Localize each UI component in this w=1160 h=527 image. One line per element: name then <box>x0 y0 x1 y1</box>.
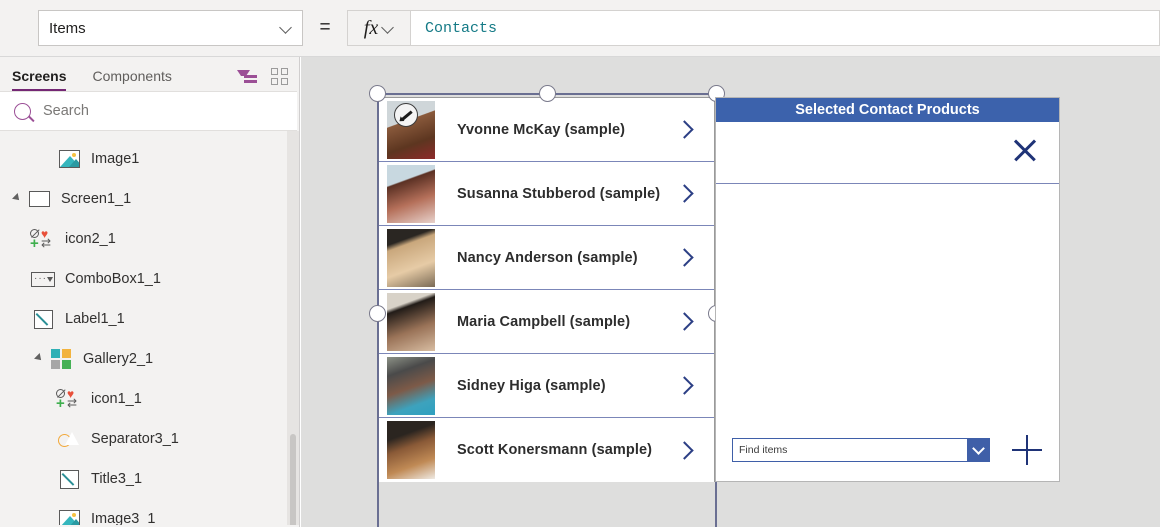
chevron-down-icon[interactable] <box>967 439 989 461</box>
tree-item-label: Separator3_1 <box>91 431 179 447</box>
chevron-right-icon[interactable] <box>677 250 692 265</box>
gallery-row[interactable]: Nancy Anderson (sample) <box>378 226 714 290</box>
close-x-icon[interactable] <box>1011 136 1039 164</box>
selection-edge-top <box>377 93 717 95</box>
gallery-row[interactable]: Sidney Higa (sample) <box>378 354 714 418</box>
gallery-icon <box>48 349 74 369</box>
gallery-row[interactable]: Maria Campbell (sample) <box>378 290 714 354</box>
contact-name: Maria Campbell (sample) <box>457 313 631 330</box>
search-box[interactable]: Search <box>0 91 297 131</box>
contact-name: Susanna Stubberod (sample) <box>457 185 661 202</box>
icon-glyph-icon: ♥ + ⇄ <box>56 387 78 412</box>
tree-item-label: Image1 <box>91 151 140 167</box>
panel-title: Selected Contact Products <box>716 98 1059 122</box>
tree-item-label: Gallery2_1 <box>83 351 154 367</box>
tree-item-label: Image3_1 <box>91 511 156 525</box>
find-items-combobox[interactable]: Find items <box>732 438 990 462</box>
selected-contact-products-panel: Selected Contact Products Find items <box>715 97 1060 482</box>
image-icon <box>56 150 82 168</box>
tree-item-label: icon1_1 <box>91 391 142 407</box>
screen-icon <box>26 191 52 207</box>
tree-item-screen1-1[interactable]: Screen1_1 <box>0 179 299 219</box>
left-sidebar: Screens Components Search Image1 Screen1… <box>0 57 300 527</box>
search-icon <box>14 102 31 120</box>
chevron-right-icon[interactable] <box>677 378 692 393</box>
edit-pencil-icon[interactable] <box>394 103 418 127</box>
contact-name: Yvonne McKay (sample) <box>457 121 626 138</box>
tree-item-icon1-1[interactable]: ♥ + ⇄ icon1_1 <box>0 379 299 419</box>
label-icon <box>30 309 56 329</box>
chevron-down-icon <box>382 22 394 34</box>
equals-sign: = <box>319 17 331 38</box>
tree-item-image3-1[interactable]: Image3_1 <box>0 499 299 525</box>
avatar <box>387 164 435 223</box>
avatar <box>387 421 435 479</box>
tree-item-separator3-1[interactable]: Separator3_1 <box>0 419 299 459</box>
panel-empty-body <box>716 184 1059 420</box>
tab-components-label: Components <box>92 68 172 84</box>
fx-dropdown-button[interactable]: fx <box>347 10 411 46</box>
property-select-value: Items <box>49 19 86 37</box>
tree-item-icon2-1[interactable]: ♥ + ⇄ icon2_1 <box>0 219 299 259</box>
avatar <box>387 356 435 415</box>
panel-selected-row[interactable] <box>716 122 1059 184</box>
separator-icon <box>56 430 82 449</box>
contact-name: Sidney Higa (sample) <box>457 377 606 394</box>
app-canvas: Yvonne McKay (sample) Susanna Stubberod … <box>301 57 1160 527</box>
tree-item-label: icon2_1 <box>65 231 116 247</box>
sidebar-scrollbar-thumb[interactable] <box>290 434 296 525</box>
tree-view-icon[interactable] <box>237 68 257 84</box>
avatar <box>387 292 435 351</box>
chevron-right-icon[interactable] <box>677 186 692 201</box>
sidebar-view-toggles <box>237 68 289 85</box>
formula-text: Contacts <box>425 19 498 37</box>
tree-item-combobox1-1[interactable]: ··· ComboBox1_1 <box>0 259 299 299</box>
chevron-right-icon[interactable] <box>677 443 692 458</box>
thumbnail-view-icon[interactable] <box>271 68 289 85</box>
image-icon <box>56 510 82 525</box>
icon-glyph-icon: ♥ + ⇄ <box>30 227 52 252</box>
expand-caret-icon[interactable] <box>8 193 26 203</box>
gallery-row[interactable]: Yvonne McKay (sample) <box>378 98 714 162</box>
chevron-right-icon[interactable] <box>677 122 692 137</box>
tree-item-label1-1[interactable]: Label1_1 <box>0 299 299 339</box>
label-icon <box>56 469 82 489</box>
tree-item-label: ComboBox1_1 <box>65 271 161 287</box>
gallery-row[interactable]: Scott Konersmann (sample) <box>378 418 714 482</box>
tree-item-title3-1[interactable]: Title3_1 <box>0 459 299 499</box>
add-item-plus-icon[interactable] <box>1012 435 1042 465</box>
tree-item-image1[interactable]: Image1 <box>0 139 299 179</box>
screens-tree: Image1 Screen1_1 ♥ + ⇄ icon2_1 ··· ComboBo… <box>0 131 299 525</box>
tab-screens-label: Screens <box>12 68 67 84</box>
contact-name: Nancy Anderson (sample) <box>457 249 638 266</box>
contacts-gallery[interactable]: Yvonne McKay (sample) Susanna Stubberod … <box>377 97 715 482</box>
avatar <box>387 228 435 287</box>
fx-label: fx <box>363 16 379 39</box>
contact-name: Scott Konersmann (sample) <box>457 442 653 458</box>
combobox-icon: ··· <box>30 271 56 287</box>
search-placeholder: Search <box>43 103 89 119</box>
tree-item-label: Screen1_1 <box>61 191 132 207</box>
tab-screens[interactable]: Screens <box>12 68 67 91</box>
formula-input[interactable]: Contacts <box>411 10 1160 46</box>
power-apps-editor: Items = fx Contacts Screens Components S… <box>0 0 1160 527</box>
tree-item-label: Title3_1 <box>91 471 143 487</box>
panel-footer: Find items <box>716 420 1059 480</box>
tree-item-gallery2-1[interactable]: Gallery2_1 <box>0 339 299 379</box>
chevron-down-icon <box>280 22 292 34</box>
find-items-placeholder: Find items <box>739 444 788 456</box>
expand-caret-icon[interactable] <box>30 353 48 363</box>
sidebar-tabs: Screens Components <box>0 57 299 91</box>
tab-components[interactable]: Components <box>92 68 171 91</box>
gallery-row[interactable]: Susanna Stubberod (sample) <box>378 162 714 226</box>
tree-item-label: Label1_1 <box>65 311 125 327</box>
formula-bar: Items = fx Contacts <box>0 0 1160 57</box>
chevron-right-icon[interactable] <box>677 314 692 329</box>
property-select[interactable]: Items <box>38 10 303 46</box>
